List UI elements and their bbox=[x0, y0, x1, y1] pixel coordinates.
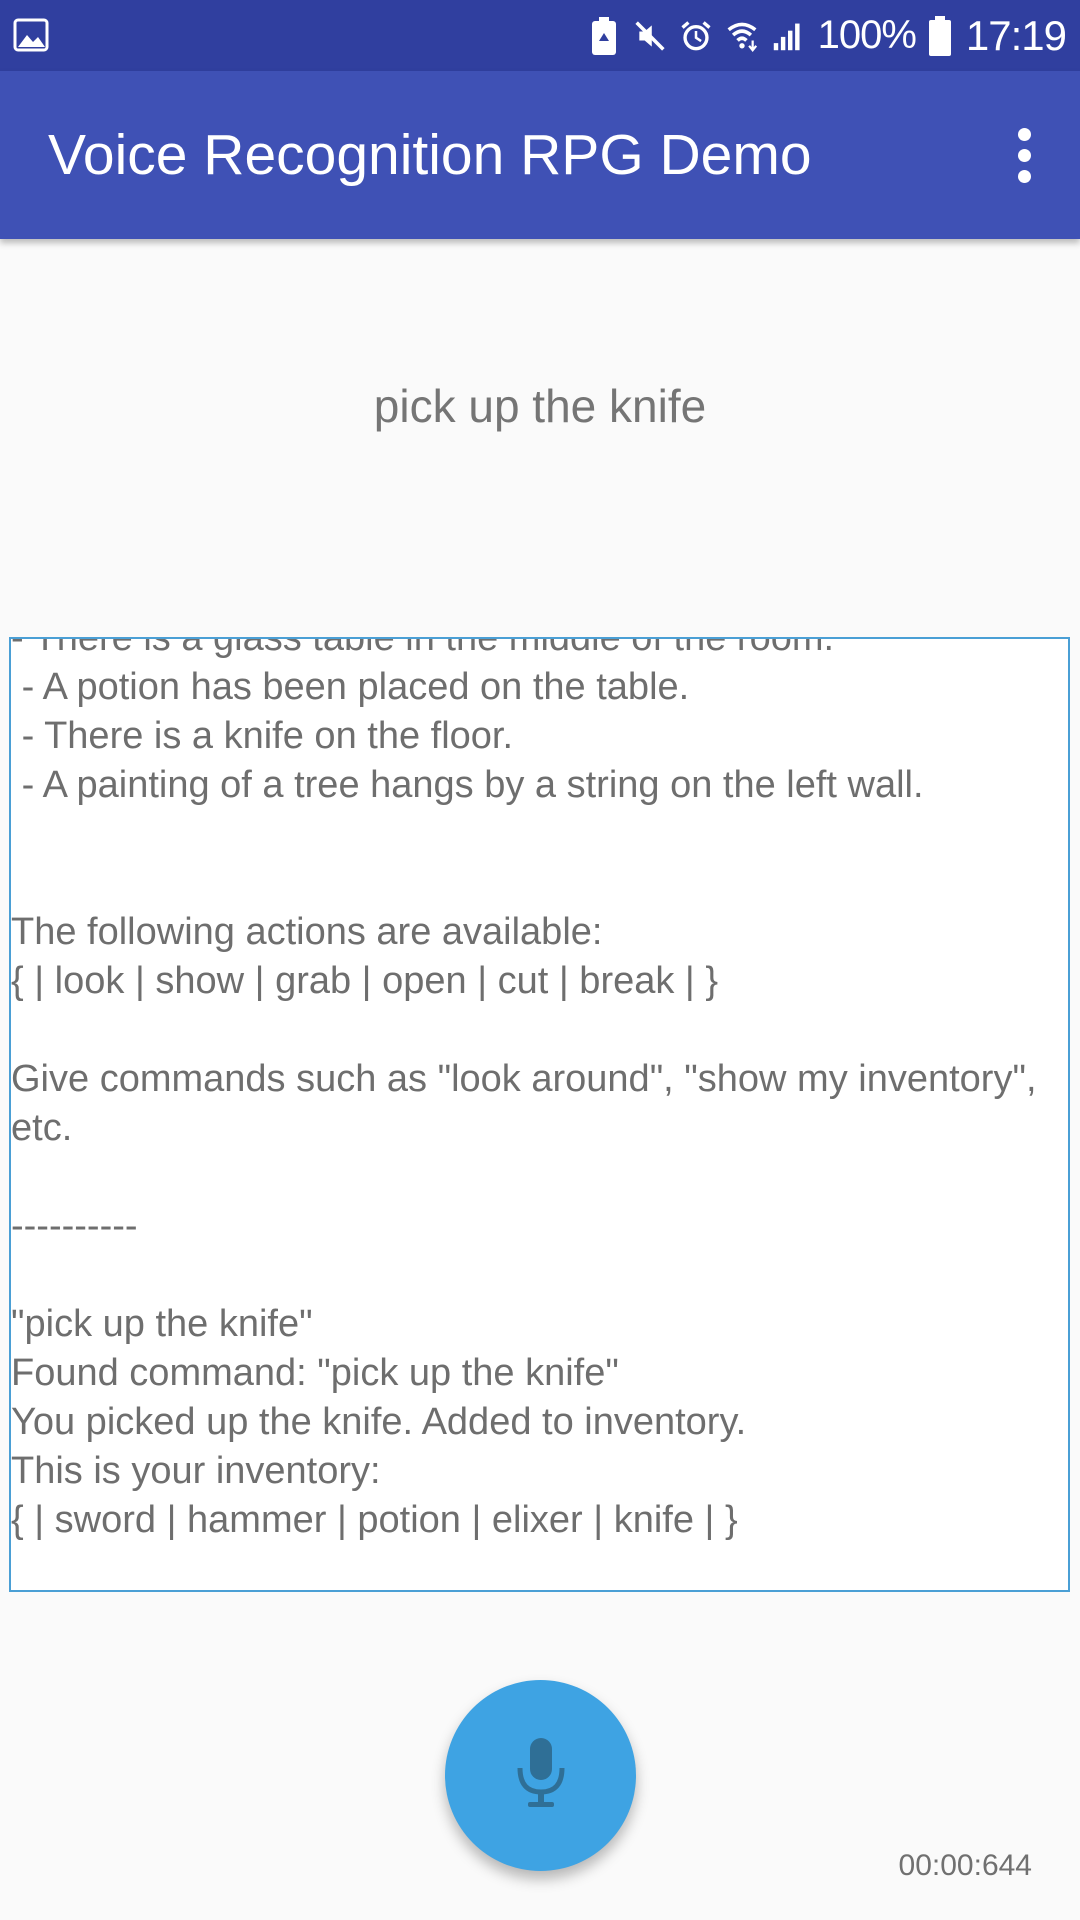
game-log-text: - There is a glass table in the middle o… bbox=[11, 637, 1037, 1541]
game-log-panel[interactable]: - There is a glass table in the middle o… bbox=[9, 637, 1070, 1592]
status-clock: 17:19 bbox=[965, 11, 1067, 59]
menu-dot bbox=[1017, 148, 1031, 162]
overflow-menu-icon[interactable] bbox=[992, 115, 1056, 195]
recognized-phrase: pick up the knife bbox=[373, 380, 707, 432]
recycle-battery-icon bbox=[588, 16, 620, 56]
mute-icon bbox=[634, 16, 666, 56]
microphone-button[interactable] bbox=[445, 1680, 636, 1871]
battery-percent: 100% bbox=[817, 13, 917, 57]
wifi-icon bbox=[726, 16, 758, 56]
menu-dot bbox=[1017, 127, 1031, 141]
signal-icon bbox=[772, 16, 804, 56]
microphone-icon bbox=[515, 1736, 567, 1815]
app-bar: Voice Recognition RPG Demo bbox=[0, 71, 1080, 239]
app-title: Voice Recognition RPG Demo bbox=[48, 123, 812, 187]
alarm-icon bbox=[680, 16, 712, 56]
battery-icon bbox=[924, 15, 956, 56]
status-bar: 100% 17:19 bbox=[0, 0, 1080, 71]
elapsed-timer: 00:00:644 bbox=[898, 1849, 1032, 1882]
status-icons: 100% 17:19 bbox=[588, 0, 1067, 71]
menu-dot bbox=[1017, 169, 1031, 183]
gallery-icon bbox=[13, 17, 49, 53]
